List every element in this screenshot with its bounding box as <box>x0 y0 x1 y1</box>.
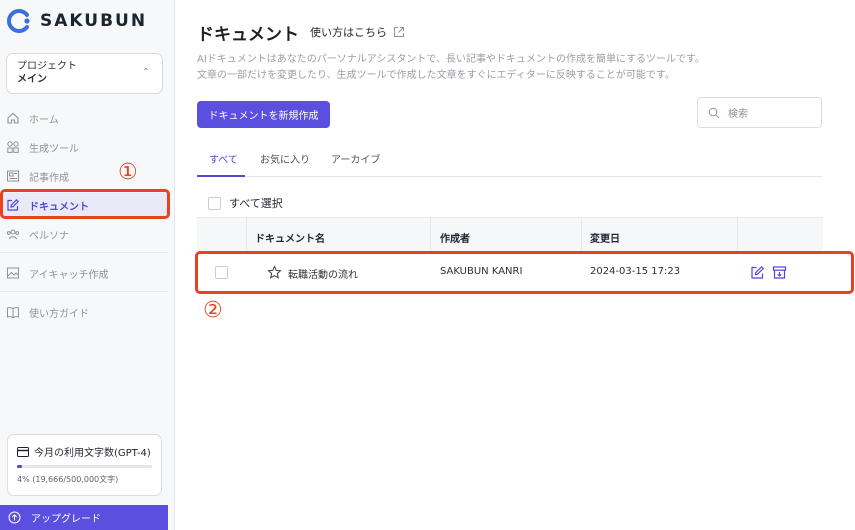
page-description: AIドキュメントはあなたのパーソナルアシスタントで、長い記事やドキュメントの作成… <box>197 52 797 84</box>
search-input[interactable]: 検索 <box>728 105 748 120</box>
usage-progress-fill <box>17 465 23 468</box>
annotation-box-2 <box>195 251 854 294</box>
search-icon <box>708 107 720 118</box>
column-header-name[interactable]: ドキュメント名 <box>255 230 325 245</box>
sidebar: SAKUBUN プロジェクト メイン ⌃ ホーム 生成ツール 記事作成 ドキュメ… <box>0 0 175 530</box>
image-icon <box>6 266 20 280</box>
annotation-number-1: ① <box>118 160 138 185</box>
column-header-author[interactable]: 作成者 <box>440 230 470 245</box>
select-all-checkbox[interactable] <box>208 196 221 210</box>
upgrade-button[interactable]: アップグレード <box>0 505 168 530</box>
description-line-1: AIドキュメントはあなたのパーソナルアシスタントで、長い記事やドキュメントの作成… <box>197 54 705 65</box>
tab-archive[interactable]: アーカイブ <box>331 151 380 166</box>
sidebar-item-label: アイキャッチ作成 <box>29 269 109 281</box>
tab-all[interactable]: すべて <box>209 151 238 166</box>
book-icon <box>6 305 20 319</box>
table-header: ドキュメント名 作成者 変更日 <box>197 217 823 254</box>
sidebar-item-label: 使い方ガイド <box>29 308 89 320</box>
project-label: プロジェクト <box>17 61 77 72</box>
page-title: ドキュメント <box>197 25 299 45</box>
sidebar-item-tools[interactable]: 生成ツール <box>0 135 170 159</box>
select-all-label: すべて選択 <box>229 197 283 210</box>
logo-text: SAKUBUN <box>40 11 148 31</box>
tab-active-indicator <box>197 175 245 177</box>
card-icon <box>17 446 29 457</box>
project-selector[interactable]: プロジェクト メイン ⌃ <box>6 53 163 94</box>
usage-title: 今月の利用文字数(GPT-4) <box>17 444 152 459</box>
home-icon <box>6 111 20 125</box>
arrow-up-circle-icon <box>8 511 21 524</box>
logo[interactable]: SAKUBUN <box>6 8 147 34</box>
column-divider <box>581 218 582 254</box>
logo-icon <box>7 9 30 33</box>
column-header-updated[interactable]: 変更日 <box>590 230 620 245</box>
usage-card: 今月の利用文字数(GPT-4) 4% (19,666/500,000文字) <box>7 434 162 496</box>
annotation-box-1 <box>0 189 170 219</box>
new-document-button[interactable]: ドキュメントを新規作成 <box>197 101 330 128</box>
sidebar-item-persona[interactable]: ペルソナ <box>0 222 170 246</box>
sidebar-item-article[interactable]: 記事作成 <box>0 164 170 188</box>
upgrade-label: アップグレード <box>31 514 101 525</box>
search-box[interactable]: 検索 <box>697 97 822 128</box>
annotation-number-2: ② <box>203 298 223 323</box>
howto-label: 使い方はこちら <box>310 26 387 39</box>
usage-progress-bar <box>17 465 152 468</box>
sidebar-item-label: ホーム <box>29 114 59 126</box>
sidebar-item-label: ペルソナ <box>29 230 69 242</box>
users-icon <box>6 227 20 241</box>
column-divider <box>430 218 431 254</box>
sidebar-divider <box>0 291 168 292</box>
column-divider <box>737 218 738 254</box>
article-icon <box>6 169 20 183</box>
external-link-icon <box>394 27 404 37</box>
sidebar-item-eyecatch[interactable]: アイキャッチ作成 <box>0 261 170 285</box>
sidebar-item-guide[interactable]: 使い方ガイド <box>0 300 170 324</box>
sidebar-item-label: 記事作成 <box>29 172 69 184</box>
usage-title-text: 今月の利用文字数(GPT-4) <box>34 448 151 459</box>
sidebar-item-label: 生成ツール <box>29 143 79 155</box>
tab-bar: すべて お気に入り アーカイブ <box>197 147 823 177</box>
tab-favorites[interactable]: お気に入り <box>260 151 310 166</box>
project-name: メイン <box>17 74 47 85</box>
sidebar-item-home[interactable]: ホーム <box>0 106 170 130</box>
usage-detail: 4% (19,666/500,000文字) <box>17 475 119 484</box>
grid-icon <box>6 140 20 154</box>
description-line-2: 文章の一部だけを変更したり、生成ツールで作成した文章をすぐにエディターに反映する… <box>197 70 675 81</box>
sidebar-divider <box>0 252 168 253</box>
howto-link[interactable]: 使い方はこちら <box>310 24 405 40</box>
column-divider <box>246 218 247 254</box>
select-all[interactable]: すべて選択 <box>208 195 283 211</box>
chevron-updown-icon: ⌃ <box>141 67 150 78</box>
